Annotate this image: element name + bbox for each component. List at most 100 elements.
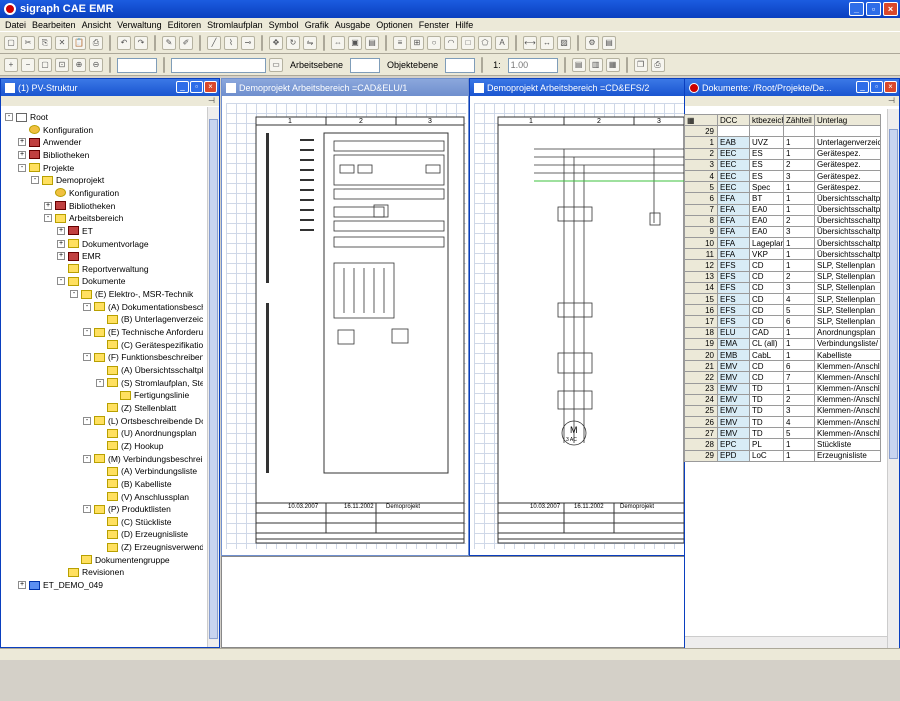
table-row[interactable]: 10 EFA Lageplan 1 Übersichtsschaltp	[684, 237, 881, 250]
tree-minimize-button[interactable]: _	[176, 81, 189, 93]
tree-item[interactable]: - (L) Ortsbeschreibende Dokumente	[83, 415, 203, 427]
wire-icon[interactable]: ⌇	[224, 36, 238, 50]
zoom-in-icon[interactable]: +	[4, 58, 18, 72]
menu-grafik[interactable]: Grafik	[302, 20, 332, 30]
layer-icon[interactable]: ▤	[602, 36, 616, 50]
collapse-icon[interactable]: -	[96, 378, 104, 387]
menu-editoren[interactable]: Editoren	[165, 20, 205, 30]
table-row[interactable]: 22 EMV CD 7 Klemmen-/Anschl	[684, 371, 881, 384]
cut-icon[interactable]: ✂	[21, 36, 35, 50]
mirror-icon[interactable]: ⇋	[303, 36, 317, 50]
tree-item[interactable]: + EMR	[57, 250, 101, 262]
move-icon[interactable]: ✥	[269, 36, 283, 50]
drawing2-titlebar[interactable]: Demoprojekt Arbeitsbereich =CD&EFS/2	[470, 79, 686, 96]
tree-item[interactable]: Konfiguration	[44, 187, 119, 199]
minimize-button[interactable]: _	[849, 2, 864, 16]
tree-item[interactable]: - Arbeitsbereich	[44, 212, 123, 224]
collapse-icon[interactable]: -	[5, 113, 13, 121]
filter-cell[interactable]	[749, 125, 784, 138]
measure-icon[interactable]: ⟷	[523, 36, 537, 50]
menu-bearbeiten[interactable]: Bearbeiten	[29, 20, 79, 30]
collapse-icon[interactable]: -	[70, 290, 78, 299]
tree-item[interactable]: (Z) Stellenblatt	[96, 402, 176, 414]
tree-item[interactable]: Revisionen	[57, 566, 124, 578]
arbeitsebene-field[interactable]	[350, 57, 381, 73]
tree-item[interactable]: + ET_DEMO_049	[18, 579, 103, 591]
menu-datei[interactable]: Datei	[2, 20, 29, 30]
tree-item[interactable]: + ET	[57, 225, 93, 237]
table-row[interactable]: 3 EEC ES 2 Gerätespez.	[684, 158, 881, 171]
docs-close-button[interactable]: ×	[884, 81, 897, 93]
tree-item[interactable]: - (E) Technische Anforderungen und	[83, 326, 203, 338]
expand-icon[interactable]: +	[57, 252, 65, 261]
expand-icon[interactable]: +	[57, 239, 65, 248]
docs-horizontal-scrollbar[interactable]	[685, 636, 887, 648]
collapse-icon[interactable]: -	[18, 163, 26, 172]
collapse-icon[interactable]: -	[83, 454, 91, 463]
table-row[interactable]: 29 EPD LoC 1 Erzeugnisliste	[684, 449, 881, 462]
table-row[interactable]: 16 EFS CD 5 SLP, Stellenplan	[684, 304, 881, 317]
array-icon[interactable]: ⊞	[410, 36, 424, 50]
tree-item[interactable]: - (F) Funktionsbeschreibende Dokun	[83, 351, 203, 363]
drawing2-canvas[interactable]: 1 2 3 M 3 AC 10.03.2007 16.11.2002 Demop…	[474, 103, 684, 549]
tree-item[interactable]: Fertigungslinie	[109, 389, 189, 401]
menu-ausgabe[interactable]: Ausgabe	[332, 20, 374, 30]
draw-icon[interactable]: ✐	[179, 36, 193, 50]
tree-item[interactable]: (C) Stückliste	[96, 516, 172, 528]
polygon-icon[interactable]: ⬠	[478, 36, 492, 50]
docs-minimize-button[interactable]: _	[856, 81, 869, 93]
dimension-icon[interactable]: ↔	[540, 36, 554, 50]
table-row[interactable]: 23 EMV TD 1 Klemmen-/Anschl	[684, 382, 881, 395]
table-row[interactable]: 11 EFA VKP 1 Übersichtsschaltp	[684, 248, 881, 261]
table-row[interactable]: 21 EMV CD 6 Klemmen-/Anschl	[684, 360, 881, 373]
connect-icon[interactable]: ⊸	[241, 36, 255, 50]
rect-icon[interactable]: □	[461, 36, 475, 50]
collapse-icon[interactable]: -	[44, 214, 52, 223]
collapse-icon[interactable]: -	[83, 328, 91, 337]
menu-verwaltung[interactable]: Verwaltung	[114, 20, 165, 30]
tree-item[interactable]: (A) Verbindungsliste	[96, 465, 197, 477]
print-icon[interactable]: ⎙	[89, 36, 103, 50]
tree-item[interactable]: - (M) Verbindungsbeschreibende Do	[83, 453, 203, 465]
tree-item[interactable]: - (P) Produktlisten	[83, 503, 171, 515]
collapse-icon[interactable]: -	[83, 416, 91, 425]
menu-optionen[interactable]: Optionen	[373, 20, 416, 30]
table-row[interactable]: 20 EMB CabL 1 Kabelliste	[684, 348, 881, 362]
zoom-all-icon[interactable]: ⊡	[55, 58, 69, 72]
tree-item[interactable]: - Dokumente	[57, 275, 125, 287]
line-icon[interactable]: ╱	[207, 36, 221, 50]
group-icon[interactable]: ▣	[348, 36, 362, 50]
table-row[interactable]: 27 EMV TD 5 Klemmen-/Anschl	[684, 427, 881, 440]
col-header-unterlage[interactable]: Unterlag	[814, 113, 881, 127]
hatch-icon[interactable]: ▨	[557, 36, 571, 50]
table-row[interactable]: 25 EMV TD 3 Klemmen-/Anschl	[684, 404, 881, 418]
zoom-out-icon[interactable]: −	[21, 58, 35, 72]
menu-stromlaufplan[interactable]: Stromlaufplan	[204, 20, 266, 30]
menu-hilfe[interactable]: Hilfe	[452, 20, 476, 30]
text-icon[interactable]: A	[495, 36, 509, 50]
layer-icon[interactable]: ▭	[269, 58, 283, 72]
table-row[interactable]: 14 EFS CD 3 SLP, Stellenplan	[684, 281, 881, 295]
filter-cell[interactable]	[783, 125, 815, 138]
tree-close-button[interactable]: ×	[204, 81, 217, 93]
window-cascade-icon[interactable]: ▥	[588, 58, 603, 72]
tree-item[interactable]: - (E) Elektro-, MSR-Technik	[70, 288, 193, 300]
table-row[interactable]: 13 EFS CD 2 SLP, Stellenplan	[684, 270, 881, 283]
table-corner-icon[interactable]: ▦	[684, 113, 718, 127]
objektebene-field[interactable]	[445, 57, 476, 73]
paste-icon[interactable]: 📋	[72, 36, 86, 50]
expand-icon[interactable]: +	[18, 150, 26, 159]
drawing1-canvas[interactable]: 1 2 3 10.03.2007 16.11.2002 Demoprojekt	[226, 103, 466, 549]
copy-window-icon[interactable]: ❐	[633, 58, 648, 72]
table-row[interactable]: 15 EFS CD 4 SLP, Stellenplan	[684, 292, 881, 306]
pin-icon[interactable]: ⊣	[1, 96, 219, 106]
copy-icon[interactable]: ⎘	[38, 36, 52, 50]
filter-cell[interactable]	[814, 125, 881, 138]
window-split-icon[interactable]: ▦	[605, 58, 620, 72]
collapse-icon[interactable]: -	[31, 176, 39, 185]
maximize-button[interactable]: ▫	[866, 2, 881, 16]
tree-item[interactable]: (B) Unterlagenverzeichnis	[96, 313, 203, 325]
table-row[interactable]: 12 EFS CD 1 SLP, Stellenplan	[684, 259, 881, 272]
tree-item[interactable]: (A) Übersichtsschaltplan	[96, 364, 203, 376]
table-row[interactable]: 28 EPC PL 1 Stückliste	[684, 438, 881, 451]
